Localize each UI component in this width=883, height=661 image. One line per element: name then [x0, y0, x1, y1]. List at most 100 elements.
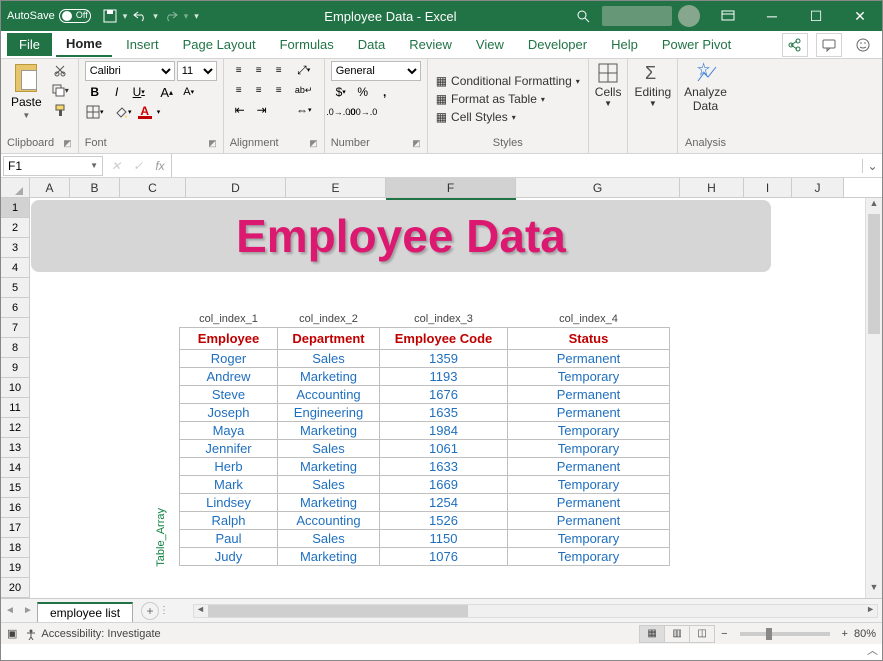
- table-cell[interactable]: Temporary: [508, 530, 670, 548]
- table-cell[interactable]: Herb: [180, 458, 278, 476]
- align-right-icon[interactable]: ≡: [270, 81, 288, 99]
- sheet-nav-next-icon[interactable]: ►: [19, 605, 37, 616]
- row-header[interactable]: 4: [1, 258, 30, 278]
- row-header[interactable]: 18: [1, 538, 30, 558]
- comments-icon[interactable]: [816, 33, 842, 57]
- zoom-slider[interactable]: [740, 632, 830, 636]
- table-cell[interactable]: Judy: [180, 548, 278, 566]
- increase-font-icon[interactable]: A▴: [157, 83, 177, 101]
- table-header[interactable]: Employee Code: [380, 328, 508, 350]
- tab-insert[interactable]: Insert: [116, 33, 169, 56]
- zoom-out-button[interactable]: −: [721, 628, 727, 640]
- table-cell[interactable]: 1061: [380, 440, 508, 458]
- scroll-up-icon[interactable]: ▲: [866, 198, 882, 214]
- row-header[interactable]: 20: [1, 578, 30, 598]
- accessibility-status[interactable]: Accessibility: Investigate: [41, 628, 160, 640]
- select-all-corner[interactable]: [1, 178, 30, 197]
- table-header[interactable]: Employee: [180, 328, 278, 350]
- row-header[interactable]: 15: [1, 478, 30, 498]
- account-smiley-icon[interactable]: [850, 33, 876, 57]
- table-cell[interactable]: Temporary: [508, 422, 670, 440]
- table-row[interactable]: LindseyMarketing1254Permanent: [180, 494, 670, 512]
- number-format-select[interactable]: General: [331, 61, 421, 81]
- table-cell[interactable]: 1669: [380, 476, 508, 494]
- row-header[interactable]: 12: [1, 418, 30, 438]
- table-cell[interactable]: Permanent: [508, 512, 670, 530]
- zoom-in-button[interactable]: +: [842, 628, 848, 640]
- table-cell[interactable]: Accounting: [278, 512, 380, 530]
- row-header[interactable]: 7: [1, 318, 30, 338]
- table-cell[interactable]: Sales: [278, 476, 380, 494]
- cancel-formula-icon[interactable]: ✕: [105, 159, 127, 173]
- paste-button[interactable]: Paste ▼: [7, 61, 46, 122]
- redo-dropdown-icon[interactable]: ▾: [184, 11, 189, 22]
- tab-data[interactable]: Data: [348, 33, 395, 56]
- table-cell[interactable]: Sales: [278, 440, 380, 458]
- col-header[interactable]: C: [120, 178, 186, 197]
- number-dialog-launcher-icon[interactable]: ◩: [412, 138, 421, 149]
- table-cell[interactable]: Permanent: [508, 386, 670, 404]
- table-cell[interactable]: Jennifer: [180, 440, 278, 458]
- row-header[interactable]: 10: [1, 378, 30, 398]
- hscroll-thumb[interactable]: [208, 605, 468, 617]
- col-header[interactable]: J: [792, 178, 844, 197]
- format-painter-icon[interactable]: [48, 101, 72, 119]
- align-bottom-icon[interactable]: ≡: [270, 61, 288, 79]
- table-cell[interactable]: Marketing: [278, 548, 380, 566]
- table-cell[interactable]: Joseph: [180, 404, 278, 422]
- row-header[interactable]: 5: [1, 278, 30, 298]
- table-cell[interactable]: Maya: [180, 422, 278, 440]
- table-cell[interactable]: Marketing: [278, 368, 380, 386]
- decrease-indent-icon[interactable]: ⇤: [230, 101, 250, 119]
- qat-dropdown-icon[interactable]: ▾: [123, 11, 128, 22]
- font-dialog-launcher-icon[interactable]: ◩: [208, 138, 217, 149]
- table-cell[interactable]: Permanent: [508, 458, 670, 476]
- font-family-select[interactable]: Calibri: [85, 61, 175, 81]
- table-cell[interactable]: Accounting: [278, 386, 380, 404]
- fx-icon[interactable]: fx: [149, 159, 171, 173]
- row-header[interactable]: 8: [1, 338, 30, 358]
- table-cell[interactable]: Ralph: [180, 512, 278, 530]
- table-row[interactable]: HerbMarketing1633Permanent: [180, 458, 670, 476]
- autosave-toggle[interactable]: AutoSave Off: [1, 9, 97, 23]
- table-row[interactable]: RogerSales1359Permanent: [180, 350, 670, 368]
- col-header[interactable]: E: [286, 178, 386, 197]
- user-avatar[interactable]: [678, 5, 700, 27]
- row-header[interactable]: 17: [1, 518, 30, 538]
- table-header[interactable]: Status: [508, 328, 670, 350]
- save-icon[interactable]: [103, 9, 117, 23]
- view-page-layout-icon[interactable]: ▥: [664, 625, 690, 643]
- row-header[interactable]: 9: [1, 358, 30, 378]
- col-header[interactable]: B: [70, 178, 120, 197]
- tab-developer[interactable]: Developer: [518, 33, 597, 56]
- ribbon-display-options-icon[interactable]: [706, 1, 750, 31]
- decrease-font-icon[interactable]: A▾: [179, 83, 199, 101]
- table-cell[interactable]: 1193: [380, 368, 508, 386]
- formula-input[interactable]: [171, 154, 862, 177]
- table-cell[interactable]: 1254: [380, 494, 508, 512]
- expand-formula-bar-icon[interactable]: ⌄: [862, 159, 882, 173]
- row-header[interactable]: 16: [1, 498, 30, 518]
- user-account-name[interactable]: [602, 6, 672, 26]
- row-header[interactable]: 14: [1, 458, 30, 478]
- row-header[interactable]: 11: [1, 398, 30, 418]
- table-row[interactable]: JudyMarketing1076Temporary: [180, 548, 670, 566]
- col-header[interactable]: I: [744, 178, 792, 197]
- analyze-data-button[interactable]: AnalyzeData: [684, 61, 727, 113]
- accounting-format-icon[interactable]: $▾: [331, 83, 351, 101]
- format-as-table-button[interactable]: ▦Format as Table▾: [434, 91, 547, 107]
- table-cell[interactable]: Temporary: [508, 440, 670, 458]
- table-cell[interactable]: 1633: [380, 458, 508, 476]
- scroll-thumb[interactable]: [868, 214, 880, 334]
- col-header[interactable]: G: [516, 178, 680, 197]
- fill-color-icon[interactable]: ▾: [113, 103, 133, 121]
- table-cell[interactable]: 1676: [380, 386, 508, 404]
- minimize-button[interactable]: ─: [750, 1, 794, 31]
- increase-indent-icon[interactable]: ⇥: [252, 101, 272, 119]
- row-header[interactable]: 19: [1, 558, 30, 578]
- comma-format-icon[interactable]: ,: [375, 83, 395, 101]
- scroll-left-icon[interactable]: ◄: [196, 604, 205, 614]
- table-cell[interactable]: Permanent: [508, 404, 670, 422]
- tab-formulas[interactable]: Formulas: [270, 33, 344, 56]
- table-cell[interactable]: Engineering: [278, 404, 380, 422]
